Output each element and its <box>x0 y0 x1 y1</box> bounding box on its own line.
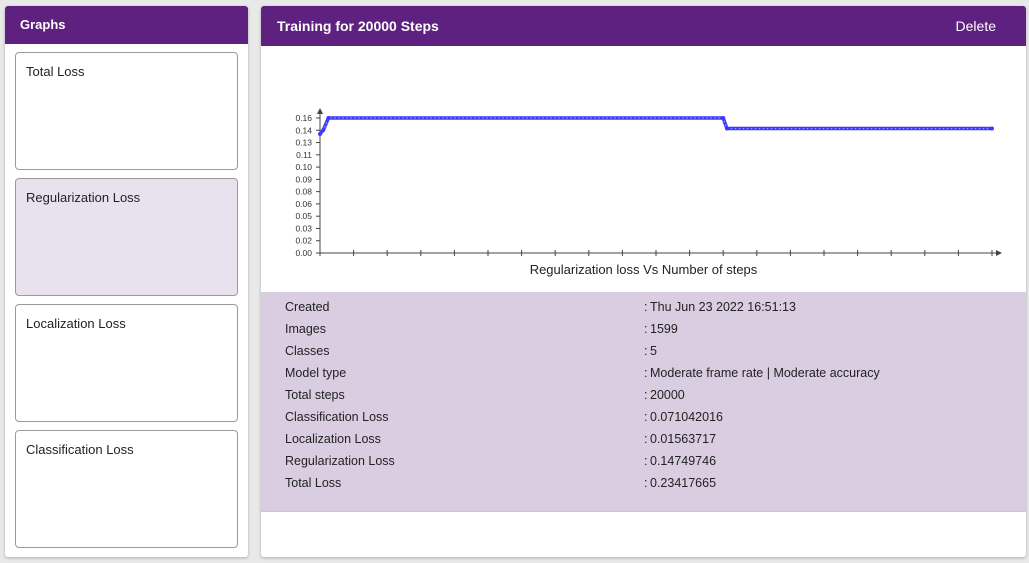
data-point <box>321 127 326 132</box>
detail-row: Classes:5 <box>261 340 1026 362</box>
y-tick-label: 0.02 <box>295 236 312 246</box>
detail-row: Model type: Moderate frame rate | Moderat… <box>261 362 1026 384</box>
detail-value: Thu Jun 23 2022 16:51:13 <box>650 300 796 314</box>
series-markers <box>319 117 992 135</box>
detail-label: Created <box>285 300 330 314</box>
detail-label: Images <box>285 322 326 336</box>
training-panel: Training for 20000 Steps Delete 0.00 0.02… <box>261 6 1026 557</box>
detail-label: Regularization Loss <box>285 454 395 468</box>
y-tick-label: 0.13 <box>295 138 312 148</box>
y-tick-label: 0.00 <box>295 248 312 256</box>
y-axis-arrow <box>317 108 323 114</box>
detail-row: Total Loss:0.23417665 <box>261 472 1026 494</box>
training-details: Created: Thu Jun 23 2022 16:51:13 Images:1… <box>261 292 1026 512</box>
graphs-panel: Graphs Total Loss Regularization Loss Lo… <box>5 6 248 557</box>
detail-row: Classification Loss:0.071042016 <box>261 406 1026 428</box>
detail-label: Model type <box>285 366 347 380</box>
y-tick-label: 0.03 <box>295 223 312 233</box>
y-tick-label: 0.05 <box>295 211 312 221</box>
y-tick-label: 0.06 <box>295 199 312 209</box>
detail-value: 0.23417665 <box>650 476 717 490</box>
delete-button[interactable]: Delete <box>956 18 996 34</box>
data-point <box>326 116 331 120</box>
detail-value: 0.14749746 <box>650 454 717 468</box>
graph-card-classification-loss[interactable]: Classification Loss <box>15 430 238 548</box>
training-title: Training for 20000 Steps <box>277 18 439 34</box>
detail-row: Localization Loss:0.01563717 <box>261 428 1026 450</box>
detail-value: 1599 <box>650 322 678 336</box>
detail-label: Classification Loss <box>285 410 389 424</box>
y-tick-label: 0.10 <box>295 162 312 172</box>
graph-card-localization-loss[interactable]: Localization Loss <box>15 304 238 422</box>
y-tick-label: 0.16 <box>295 113 312 123</box>
detail-label: Localization Loss <box>285 432 381 446</box>
data-point <box>990 126 994 131</box>
graphs-panel-title: Graphs <box>5 6 248 44</box>
y-tick-label: 0.11 <box>296 150 312 160</box>
detail-label: Total steps <box>285 388 345 402</box>
data-point <box>721 116 726 120</box>
detail-rows: Created: Thu Jun 23 2022 16:51:13 Images:1… <box>261 296 1026 494</box>
y-tick-label: 0.14 <box>295 125 312 135</box>
x-axis-arrow <box>996 250 1002 256</box>
detail-row: Images:1599 <box>261 318 1026 340</box>
y-tick-label: 0.09 <box>295 174 312 184</box>
detail-value: 5 <box>650 344 657 358</box>
detail-value: 0.071042016 <box>650 410 723 424</box>
detail-row: Total steps:20000 <box>261 384 1026 406</box>
series-line <box>318 116 992 136</box>
y-tick-label: 0.08 <box>295 187 312 197</box>
loss-chart-svg: 0.00 0.02 0.03 0.05 0.06 0.08 0.09 0.10 0.11 0.13… <box>295 108 1002 256</box>
chart-caption: Regularization loss Vs Number of steps <box>529 262 758 277</box>
detail-value: 0.01563717 <box>650 432 717 446</box>
detail-row: Created: Thu Jun 23 2022 16:51:13 <box>261 296 1026 318</box>
graph-list: Total Loss Regularization Loss Localizat… <box>5 44 248 548</box>
detail-value: Moderate frame rate | Moderate accuracy <box>650 366 880 380</box>
data-point <box>724 126 729 131</box>
detail-value: 20000 <box>650 388 685 402</box>
loss-chart: 0.00 0.02 0.03 0.05 0.06 0.08 0.09 0.10 0.11 0.13… <box>261 46 1026 292</box>
detail-label: Total Loss <box>285 476 342 490</box>
detail-row: Regularization Loss:0.14749746 <box>261 450 1026 472</box>
data-point <box>318 132 322 137</box>
detail-label: Classes <box>285 344 330 358</box>
graph-card-total-loss[interactable]: Total Loss <box>15 52 238 170</box>
training-header: Training for 20000 Steps Delete <box>261 6 1026 46</box>
graph-card-regularization-loss[interactable]: Regularization Loss <box>15 178 238 296</box>
